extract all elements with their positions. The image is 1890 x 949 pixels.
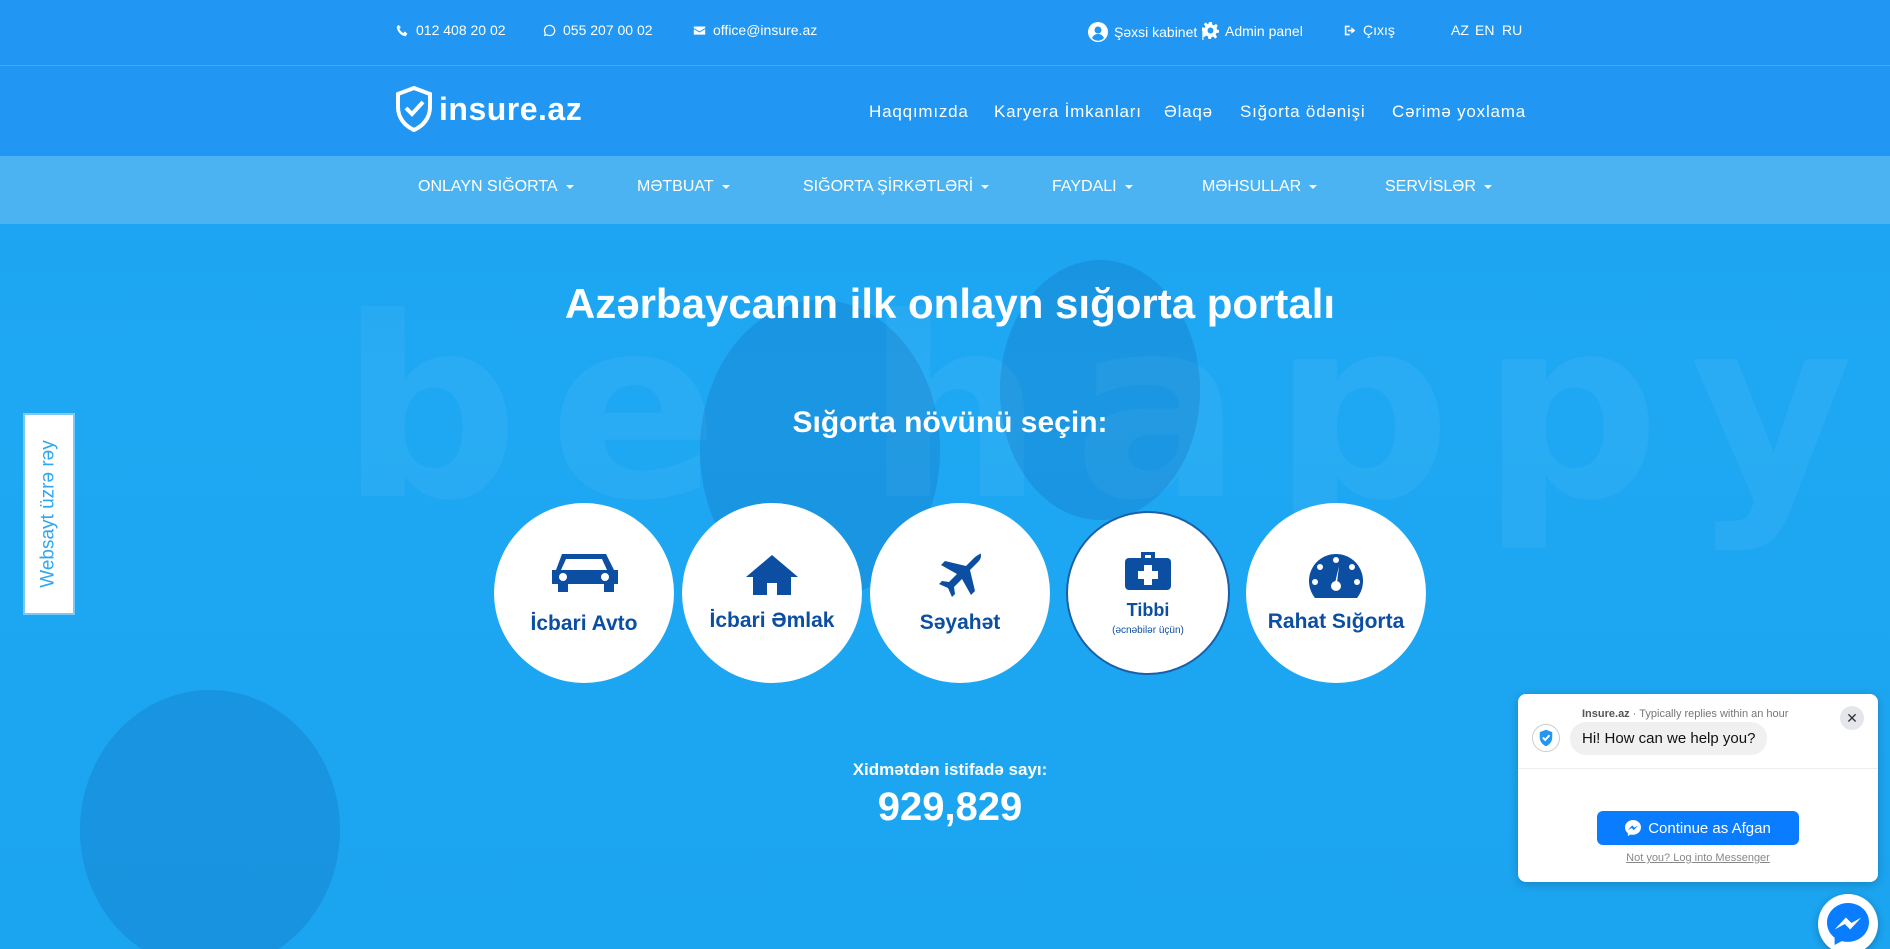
continue-as-button[interactable]: Continue as Afgan	[1597, 811, 1799, 845]
plane-icon	[939, 553, 982, 597]
menu-useful[interactable]: FAYDALI	[1052, 178, 1133, 196]
continue-as-label: Continue as Afgan	[1648, 819, 1771, 837]
messenger-icon	[1625, 820, 1642, 836]
email-contact[interactable]: office@insure.az	[693, 22, 817, 38]
chat-header: Insure.az · Typically replies within an …	[1582, 708, 1788, 720]
nav-fine-check[interactable]: Cərimə yoxlama	[1392, 102, 1526, 122]
option-label: Tibbi	[1126, 600, 1170, 620]
messenger-chat-widget: Insure.az · Typically replies within an …	[1518, 694, 1878, 882]
home-icon	[746, 555, 798, 595]
caret-down-icon	[1124, 185, 1133, 189]
hero-title: Azərbaycanın ilk onlayn sığorta portalı	[564, 280, 1336, 327]
option-comfort-insurance[interactable]: Rahat Sığorta	[1246, 503, 1426, 683]
shield-check-icon	[1539, 729, 1553, 747]
option-label: Rahat Sığorta	[1267, 610, 1405, 633]
caret-down-icon	[721, 185, 730, 189]
option-label: Səyahət	[919, 611, 1001, 634]
option-note: (əcnəbilər üçün)	[1112, 625, 1184, 636]
sign-out-icon	[1344, 25, 1356, 35]
nav-contact[interactable]: Əlaqə	[1164, 102, 1213, 122]
personal-cabinet-link[interactable]: Şəxsi kabinet |	[1088, 22, 1205, 42]
personal-cabinet-label: Şəxsi kabinet |	[1114, 24, 1205, 40]
main-header: insure.az Haqqımızda Karyera İmkanları Ə…	[0, 66, 1890, 156]
admin-panel-link[interactable]: Admin panel	[1202, 22, 1303, 39]
logout-link[interactable]: Çıxış	[1344, 22, 1395, 38]
option-medical[interactable]: Tibbi (əcnəbilər üçün)	[1066, 511, 1230, 675]
log-into-messenger-link[interactable]: Not you? Log into Messenger	[1518, 852, 1878, 864]
user-circle-icon	[1088, 22, 1108, 42]
nav-about[interactable]: Haqqımızda	[869, 102, 969, 122]
menu-label: SIĞORTA ŞİRKƏTLƏRİ	[803, 178, 974, 195]
menu-label: FAYDALI	[1052, 178, 1117, 195]
menu-press[interactable]: MƏTBUAT	[637, 178, 730, 196]
option-travel[interactable]: Səyahət	[870, 503, 1050, 683]
messenger-icon	[1827, 903, 1869, 945]
caret-down-icon	[565, 185, 574, 189]
lang-ru[interactable]: RU	[1502, 22, 1522, 38]
option-compulsory-property[interactable]: İcbari Əmlak	[682, 503, 862, 683]
caret-down-icon	[1483, 185, 1492, 189]
chat-divider	[1518, 768, 1878, 769]
envelope-icon	[693, 25, 706, 35]
menu-services[interactable]: SERVİSLƏR	[1385, 178, 1492, 196]
chat-reply-status: · Typically replies within an hour	[1629, 708, 1789, 720]
nav-careers[interactable]: Karyera İmkanları	[994, 102, 1142, 122]
logout-label: Çıxış	[1363, 22, 1395, 38]
phone-contact-1[interactable]: 012 408 20 02	[396, 22, 506, 38]
menu-label: MƏTBUAT	[637, 178, 714, 195]
menu-products[interactable]: MƏHSULLAR	[1202, 178, 1318, 196]
caret-down-icon	[1309, 185, 1318, 189]
menu-insurance-companies[interactable]: SIĞORTA ŞİRKƏTLƏRİ	[803, 178, 990, 196]
messenger-launcher-button[interactable]	[1818, 894, 1878, 949]
caret-down-icon	[981, 185, 990, 189]
chat-page-name: Insure.az	[1582, 708, 1630, 720]
hero-subtitle: Sığorta növünü seçin:	[792, 406, 1108, 439]
menu-label: ONLAYN SIĞORTA	[418, 178, 558, 195]
gear-icon	[1202, 22, 1219, 39]
nav-insurance-payment[interactable]: Sığorta ödənişi	[1240, 102, 1365, 122]
top-contact-bar: 012 408 20 02 055 207 00 02 office@insur…	[0, 0, 1890, 66]
medkit-icon	[1125, 552, 1171, 590]
admin-panel-label: Admin panel	[1225, 22, 1303, 39]
chat-greeting-message: Hi! How can we help you?	[1570, 722, 1768, 755]
phone-icon	[396, 24, 408, 36]
site-logo[interactable]: insure.az	[395, 86, 582, 132]
page-avatar	[1532, 724, 1560, 752]
main-menu: ONLAYN SIĞORTA MƏTBUAT SIĞORTA ŞİRKƏTLƏR…	[0, 156, 1890, 224]
car-icon	[552, 554, 618, 592]
logo-text: insure.az	[439, 90, 583, 127]
email-address: office@insure.az	[713, 22, 818, 38]
feedback-label: Websayt üzrə rəy	[38, 440, 60, 588]
menu-label: SERVİSLƏR	[1385, 178, 1476, 195]
speedometer-icon	[1308, 554, 1364, 598]
option-compulsory-auto[interactable]: İcbari Avto	[494, 503, 674, 683]
phone-contact-2[interactable]: 055 207 00 02	[543, 22, 653, 38]
phone-number-2: 055 207 00 02	[563, 22, 653, 38]
close-chat-button[interactable]: ✕	[1840, 706, 1864, 730]
shield-check-icon	[396, 86, 432, 132]
option-label: İcbari Əmlak	[709, 609, 835, 632]
menu-label: MƏHSULLAR	[1202, 178, 1302, 195]
menu-online-insurance[interactable]: ONLAYN SIĞORTA	[418, 178, 574, 196]
phone-number-1: 012 408 20 02	[416, 22, 506, 38]
lang-en[interactable]: EN	[1475, 22, 1494, 38]
lang-az[interactable]: AZ	[1451, 22, 1469, 38]
option-label: İcbari Avto	[530, 612, 638, 635]
whatsapp-icon	[543, 24, 556, 36]
website-feedback-tab[interactable]: Websayt üzrə rəy	[23, 413, 75, 615]
